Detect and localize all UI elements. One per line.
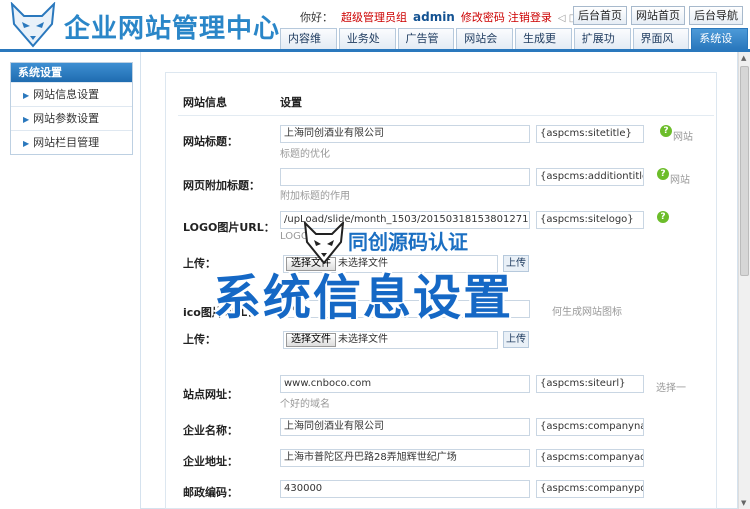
sub-title-hint: 网站 — [670, 175, 690, 186]
scroll-thumb[interactable] — [740, 66, 749, 276]
site-url-label: 站点网址： — [183, 388, 238, 401]
tab-themes[interactable]: 界面风格 — [632, 28, 690, 65]
help-icon[interactable]: ? — [660, 125, 672, 137]
sidebar-item-site-params[interactable]: ▶ 网站参数设置 — [11, 106, 132, 130]
site-url-tag[interactable]: {aspcms:siteurl} — [536, 375, 644, 393]
upload-logo-label: 上传： — [183, 257, 216, 270]
column-header-setting: 设置 — [280, 96, 302, 109]
company-name-input[interactable]: 上海同创酒业有限公司 — [280, 418, 530, 436]
choose-file-button[interactable]: 选择文件 — [286, 333, 336, 347]
site-title-input[interactable]: 上海同创酒业有限公司 — [280, 125, 530, 143]
header: 企业网站管理中心 你好：超级管理员组admin修改密码注销登录◁ □ ▷ 后台首… — [0, 0, 750, 65]
postcode-input[interactable]: 430000 — [280, 480, 530, 498]
header-divider-line — [178, 115, 714, 116]
company-name-label: 企业名称： — [183, 424, 238, 437]
ico-url-hint: 何生成网站图标 — [552, 307, 622, 318]
admin-nav-button[interactable]: 后台导航 — [689, 6, 743, 25]
scroll-down-icon[interactable]: ▼ — [741, 499, 746, 507]
company-address-tag[interactable]: {aspcms:companyaddr — [536, 449, 644, 467]
site-url-hint-below: 个好的域名 — [280, 399, 330, 410]
column-header-info: 网站信息 — [183, 96, 227, 109]
site-title-hint: 网站 — [673, 132, 693, 143]
help-icon[interactable]: ? — [657, 211, 669, 223]
site-title-hint-below: 标题的优化 — [280, 149, 330, 160]
site-title-tag[interactable]: {aspcms:sitetitle} — [536, 125, 644, 143]
admin-home-button[interactable]: 后台首页 — [573, 6, 627, 25]
site-url-hint: 选择一 — [656, 383, 686, 394]
scroll-up-icon[interactable]: ▲ — [741, 54, 746, 62]
sidebar-item-label: 网站参数设置 — [33, 112, 100, 125]
sidebar-title: 系统设置 — [11, 63, 132, 82]
upload-ico-button[interactable]: 上传 — [503, 331, 529, 348]
no-file-text: 未选择文件 — [338, 334, 388, 345]
username: admin — [413, 10, 455, 24]
logo-url-tag[interactable]: {aspcms:sitelogo} — [536, 211, 644, 229]
arrow-right-icon: ▶ — [23, 115, 30, 124]
postcode-tag[interactable]: {aspcms:companypost — [536, 480, 644, 498]
sub-title-hint-below: 附加标题的作用 — [280, 191, 350, 202]
tab-members[interactable]: 网站会员 — [456, 28, 513, 65]
logout-link[interactable]: 注销登录 — [508, 11, 552, 24]
sidebar-item-label: 网站栏目管理 — [33, 136, 100, 149]
postcode-label: 邮政编码： — [183, 486, 238, 499]
scrollbar[interactable]: ▲ ▼ — [738, 52, 750, 509]
company-name-tag[interactable]: {aspcms:companynam — [536, 418, 644, 436]
sidebar: 系统设置 ▶ 网站信息设置 ▶ 网站参数设置 ▶ 网站栏目管理 — [10, 62, 133, 155]
logo-url-label: LOGO图片URL： — [183, 221, 275, 234]
app-title: 企业网站管理中心 — [64, 14, 281, 44]
watermark-big-text: 系统信息设置 — [213, 270, 514, 326]
change-password-link[interactable]: 修改密码 — [461, 11, 505, 24]
watermark-small-text: 同创源码认证 — [348, 230, 468, 254]
user-group: 超级管理员组 — [341, 11, 407, 24]
ico-file-input[interactable]: 选择文件 未选择文件 — [283, 331, 498, 349]
user-info: 你好：超级管理员组admin修改密码注销登录◁ □ ▷ — [300, 9, 589, 25]
main-nav: 内容维护 业务处理 广告管理 网站会员 生成更新 扩展功能 界面风格 系统设置 — [280, 28, 750, 65]
sub-title-label: 网页附加标题： — [183, 179, 260, 192]
site-home-button[interactable]: 网站首页 — [631, 6, 685, 25]
tab-extensions[interactable]: 扩展功能 — [573, 28, 631, 65]
sub-title-tag[interactable]: {aspcms:additiontitle} — [536, 168, 644, 186]
sidebar-item-site-info[interactable]: ▶ 网站信息设置 — [11, 82, 132, 106]
arrow-right-icon: ▶ — [23, 139, 30, 148]
tab-ads[interactable]: 广告管理 — [397, 28, 455, 65]
fox-logo-icon — [10, 2, 56, 48]
sub-title-input[interactable] — [280, 168, 530, 186]
arrow-right-icon: ▶ — [23, 91, 30, 100]
tab-system-settings[interactable]: 系统设置 — [691, 28, 748, 65]
sidebar-item-site-columns[interactable]: ▶ 网站栏目管理 — [11, 130, 132, 154]
sidebar-item-label: 网站信息设置 — [33, 88, 100, 101]
tab-business[interactable]: 业务处理 — [338, 28, 396, 65]
company-address-input[interactable]: 上海市普陀区丹巴路28弄旭辉世纪广场 — [280, 449, 530, 467]
tab-generate[interactable]: 生成更新 — [515, 28, 572, 65]
site-title-label: 网站标题： — [183, 135, 238, 148]
tab-content[interactable]: 内容维护 — [280, 28, 337, 65]
upload-ico-label: 上传： — [183, 333, 216, 346]
company-address-label: 企业地址： — [183, 455, 238, 468]
site-url-input[interactable]: www.cnboco.com — [280, 375, 530, 393]
greeting: 你好： — [300, 11, 333, 24]
help-icon[interactable]: ? — [657, 168, 669, 180]
